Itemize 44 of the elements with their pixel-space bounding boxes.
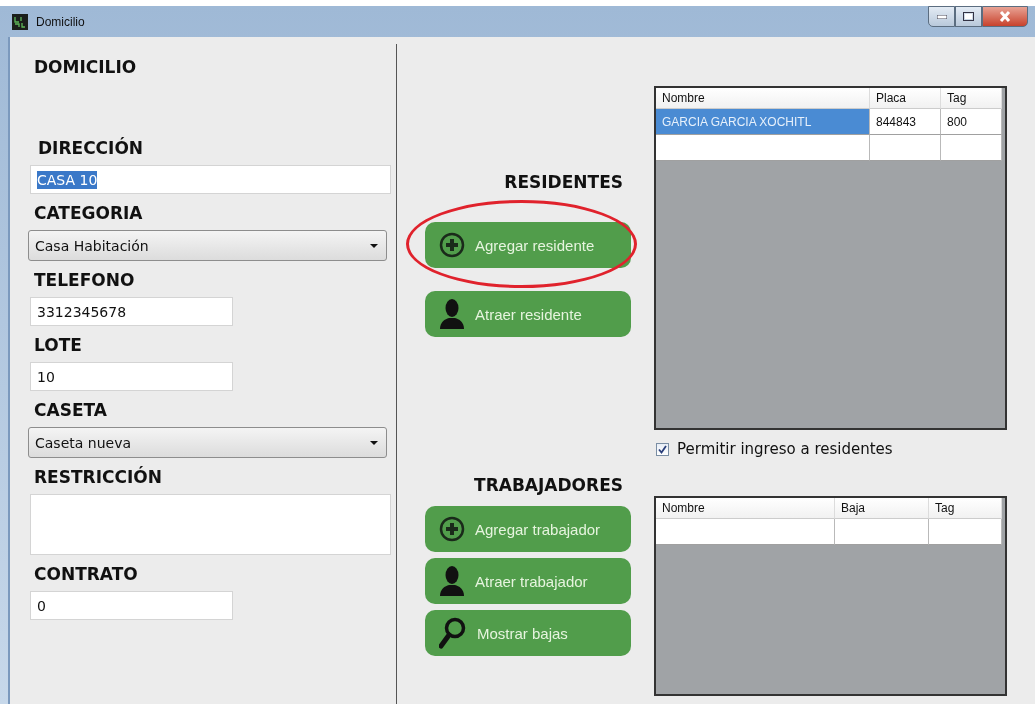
person-icon	[439, 565, 465, 597]
field-label: RESTRICCIÓN	[34, 467, 163, 487]
magnifier-icon	[439, 617, 467, 649]
text-field[interactable]: 10	[30, 362, 233, 391]
dropdown-arrow-icon	[370, 243, 378, 248]
app-icon	[12, 13, 28, 30]
minimize-button[interactable]	[928, 6, 955, 27]
person-icon	[439, 298, 465, 330]
field-label: TELEFONO	[34, 270, 136, 290]
text-field[interactable]: 0	[30, 591, 233, 620]
table-cell	[941, 135, 1002, 161]
plus-circle-icon	[439, 232, 465, 258]
plus-circle-icon	[439, 516, 465, 542]
field-label: CONTRATO	[34, 564, 139, 584]
close-icon	[999, 11, 1011, 22]
section-heading: DOMICILIO	[34, 57, 138, 79]
column-header[interactable]: Tag	[941, 88, 1002, 109]
table-cell	[870, 135, 941, 161]
close-button[interactable]	[982, 6, 1028, 27]
column-header[interactable]: Tag	[929, 498, 1002, 519]
dropdown[interactable]: Caseta nueva	[28, 427, 387, 458]
field-label: DIRECCIÓN	[38, 138, 145, 158]
table-cell: 844843	[870, 109, 941, 135]
checkbox-label: Permitir ingreso a residentes	[677, 440, 893, 458]
text-field[interactable]: CASA 10	[30, 165, 391, 194]
field-label: CASETA	[34, 400, 108, 420]
text-field[interactable]: 3312345678	[30, 297, 233, 326]
column-header[interactable]: Placa	[870, 88, 941, 109]
dropdown-arrow-icon	[370, 440, 378, 445]
checkbox[interactable]	[656, 442, 669, 456]
field-label: CATEGORIA	[34, 203, 144, 223]
minimize-icon	[936, 14, 947, 19]
column-header[interactable]: Nombre	[656, 88, 870, 109]
column-header[interactable]: Baja	[835, 498, 929, 519]
section-heading: TRABAJADORES	[473, 474, 623, 496]
table-cell: 800	[941, 109, 1002, 135]
section-heading: RESIDENTES	[503, 171, 623, 193]
table-cell: GARCIA GARCIA XOCHITL	[656, 109, 870, 135]
maximize-icon	[963, 12, 974, 21]
dropdown[interactable]: Casa Habitación	[28, 230, 387, 261]
window-title: Domicilio	[36, 14, 85, 29]
field-label: LOTE	[34, 335, 83, 355]
maximize-button[interactable]	[955, 6, 982, 27]
column-header[interactable]: Nombre	[656, 498, 835, 519]
